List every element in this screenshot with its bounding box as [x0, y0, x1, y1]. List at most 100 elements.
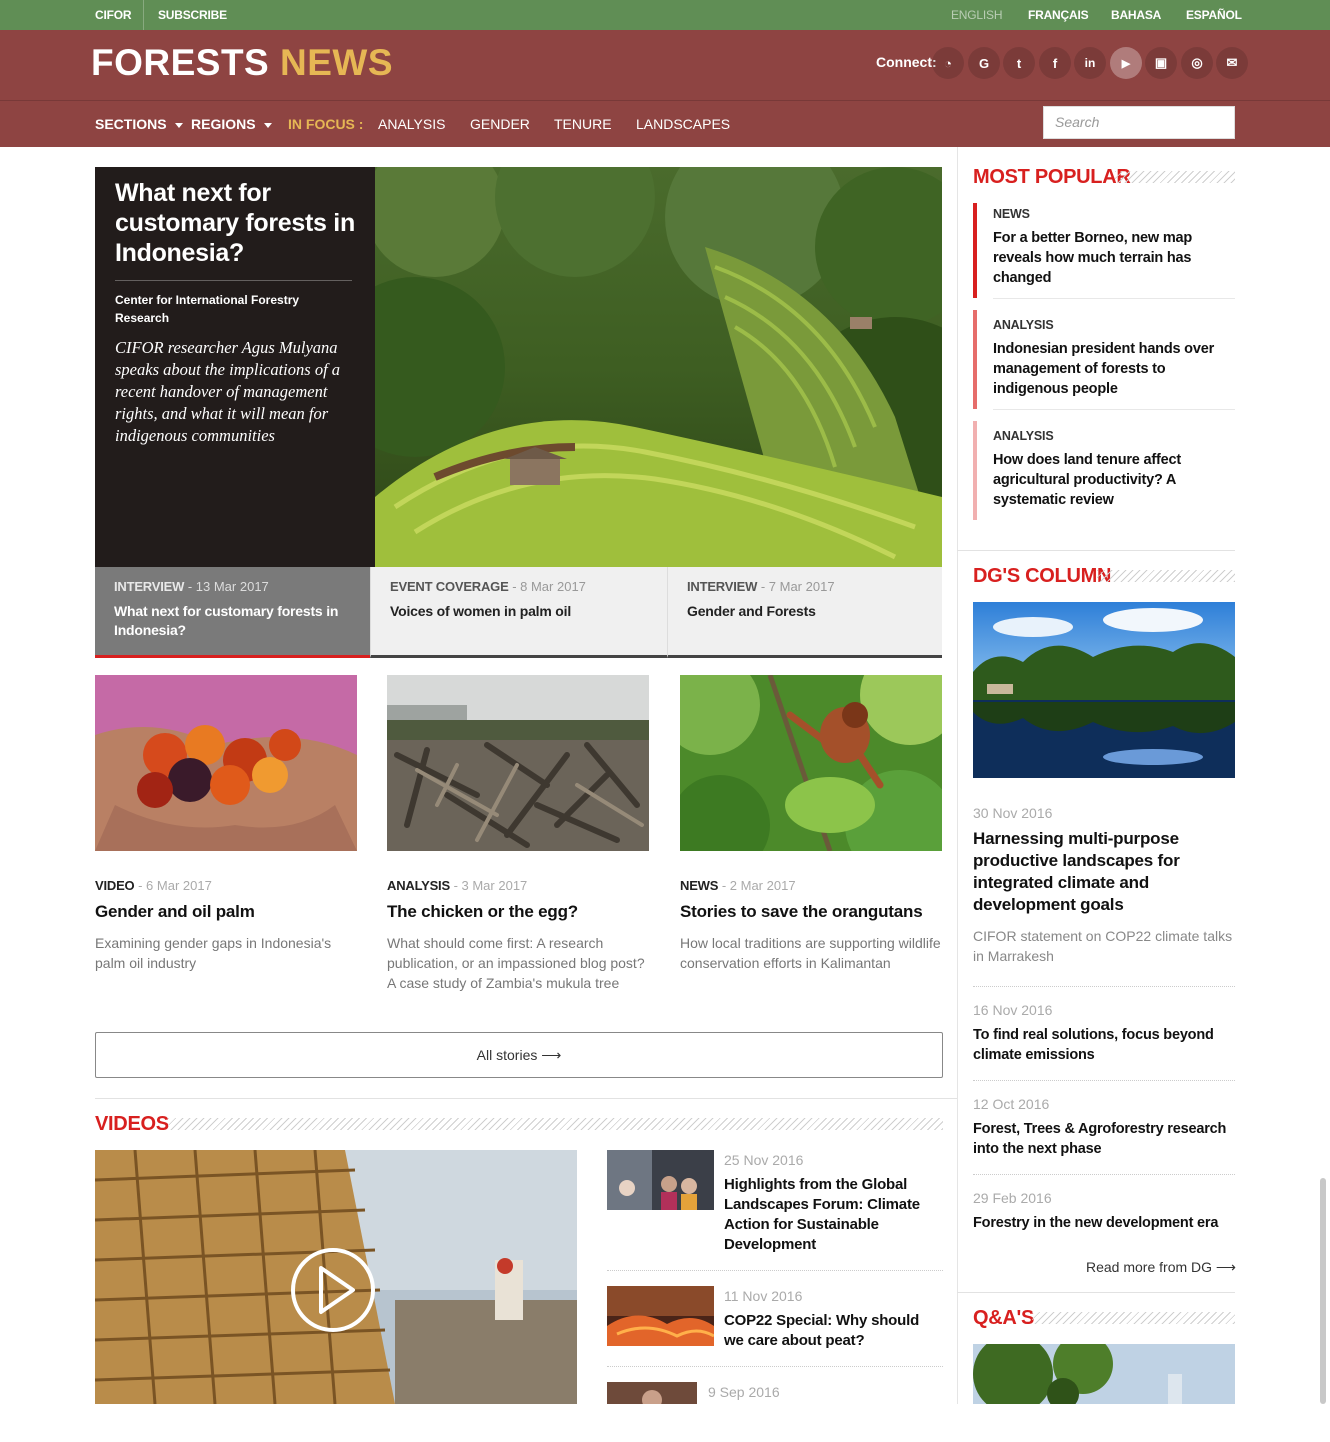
nav-gender[interactable]: GENDER — [470, 101, 530, 147]
video-date: 9 Sep 2016 — [708, 1384, 780, 1400]
nav-regions-label: REGIONS — [191, 116, 256, 132]
google-icon[interactable]: G — [968, 47, 1000, 79]
top-bar: CIFOR SUBSCRIBE ENGLISH FRANÇAIS BAHASA … — [0, 0, 1330, 30]
dg-column-heading: DG'S COLUMN — [973, 565, 1112, 587]
language-francais[interactable]: FRANÇAIS — [1028, 0, 1089, 30]
instagram-icon[interactable]: ◎ — [1181, 47, 1213, 79]
dg-date: 12 Oct 2016 — [973, 1096, 1050, 1112]
read-more-dg-link[interactable]: Read more from DG ⟶ — [1086, 1258, 1236, 1276]
dg-title[interactable]: Forest, Trees & Agroforestry research in… — [973, 1119, 1235, 1159]
page-scrollbar[interactable] — [1320, 1178, 1326, 1404]
dg-featured-title[interactable]: Harnessing multi-purpose productive land… — [973, 828, 1235, 916]
nav-sections-label: SECTIONS — [95, 116, 167, 132]
heading-pattern — [1097, 570, 1235, 582]
video-thumbnail[interactable] — [607, 1150, 714, 1210]
dg-date: 29 Feb 2016 — [973, 1190, 1052, 1206]
video-divider — [607, 1366, 943, 1367]
facebook-icon[interactable]: f — [1039, 47, 1071, 79]
card-title[interactable]: The chicken or the egg? — [387, 901, 578, 923]
popular-title[interactable]: How does land tenure affect agricultural… — [993, 450, 1228, 510]
connect-label: Connect: — [876, 54, 937, 70]
card-title[interactable]: Stories to save the orangutans — [680, 901, 923, 923]
card-meta: VIDEO - 6 Mar 2017 — [95, 878, 212, 893]
hero-divider — [115, 280, 352, 281]
heading-pattern — [1032, 1312, 1235, 1324]
hero-tab-2[interactable]: EVENT COVERAGE - 8 Mar 2017 Voices of wo… — [370, 567, 667, 658]
hero-org: Center for International Forestry Resear… — [115, 293, 300, 325]
nav-analysis[interactable]: ANALYSIS — [378, 101, 445, 147]
search-input[interactable]: Search — [1043, 106, 1235, 139]
site-logo[interactable]: FORESTS NEWS — [91, 42, 393, 84]
dg-featured-subtitle: CIFOR statement on COP22 climate talks i… — [973, 928, 1233, 964]
qa-image[interactable] — [973, 1344, 1235, 1404]
dg-date: 16 Nov 2016 — [973, 1002, 1053, 1018]
card-description: How local traditions are supporting wild… — [680, 935, 941, 971]
nav-tenure[interactable]: TENURE — [554, 101, 612, 147]
subscribe-link[interactable]: SUBSCRIBE — [158, 0, 227, 30]
language-espanol[interactable]: ESPAÑOL — [1186, 0, 1242, 30]
popular-title[interactable]: Indonesian president hands over manageme… — [993, 339, 1228, 399]
tab-title: What next for customary forests in Indon… — [114, 603, 339, 638]
most-popular-heading: MOST POPULAR — [973, 166, 1131, 188]
card-category: NEWS — [680, 878, 719, 893]
video-thumbnail[interactable] — [607, 1286, 714, 1346]
nav-sections[interactable]: SECTIONS — [95, 101, 183, 147]
card-image-logs[interactable] — [387, 675, 649, 851]
sidebar-section-divider — [957, 1292, 1235, 1293]
language-english[interactable]: ENGLISH — [951, 0, 1002, 30]
slideshare-icon[interactable]: ▣ — [1145, 47, 1177, 79]
card-description: Examining gender gaps in Indonesia's pal… — [95, 935, 332, 971]
sidebar-section-divider — [957, 550, 1235, 551]
card-date: 6 Mar 2017 — [146, 878, 212, 893]
dg-divider — [973, 986, 1235, 987]
video-title[interactable]: COP22 Special: Why should we care about … — [724, 1311, 939, 1351]
video-date: 11 Nov 2016 — [724, 1288, 803, 1304]
card-meta: ANALYSIS - 3 Mar 2017 — [387, 878, 528, 893]
popular-title[interactable]: For a better Borneo, new map reveals how… — [993, 228, 1228, 288]
tab-date: 7 Mar 2017 — [768, 579, 835, 594]
qa-heading: Q&A'S — [973, 1307, 1035, 1329]
rank-bar — [973, 203, 977, 298]
popular-category: ANALYSIS — [993, 429, 1054, 443]
nav-regions[interactable]: REGIONS — [191, 101, 272, 147]
logo-word-news: NEWS — [280, 42, 394, 83]
topbar-divider — [143, 0, 144, 30]
linkedin-icon[interactable]: in — [1074, 47, 1106, 79]
card-category: ANALYSIS — [387, 878, 450, 893]
dg-title[interactable]: To find real solutions, focus beyond cli… — [973, 1025, 1235, 1065]
card-image-orangutan[interactable] — [680, 675, 942, 851]
heading-pattern — [1115, 171, 1235, 183]
tab-title: Voices of women in palm oil — [390, 603, 572, 619]
tab-category: INTERVIEW — [687, 579, 758, 594]
chevron-down-icon — [174, 122, 183, 128]
hero-title[interactable]: What next for customary forests in Indon… — [115, 178, 360, 268]
hero-tab-1[interactable]: INTERVIEW - 13 Mar 2017 What next for cu… — [95, 567, 370, 658]
rank-bar — [973, 421, 977, 520]
youtube-icon[interactable]: ▶ — [1110, 47, 1142, 79]
tab-title: Gender and Forests — [687, 603, 816, 619]
video-title[interactable]: Highlights from the Global Landscapes Fo… — [724, 1175, 939, 1255]
card-image-palm-fruit[interactable] — [95, 675, 357, 851]
dg-column-image[interactable] — [973, 602, 1235, 778]
chevron-down-icon — [263, 122, 272, 128]
tab-date: 13 Mar 2017 — [195, 579, 269, 594]
nav-landscapes[interactable]: LANDSCAPES — [636, 101, 730, 147]
video-date: 25 Nov 2016 — [724, 1152, 804, 1168]
hero-image[interactable] — [375, 167, 942, 567]
twitter-icon[interactable]: t — [1003, 47, 1035, 79]
section-divider — [95, 1098, 957, 1099]
language-bahasa[interactable]: BAHASA — [1111, 0, 1161, 30]
cifor-link[interactable]: CIFOR — [95, 0, 132, 30]
dg-divider — [973, 1080, 1235, 1081]
featured-video[interactable] — [95, 1150, 577, 1404]
email-icon[interactable]: ✉ — [1216, 47, 1248, 79]
sidebar-divider — [957, 147, 958, 1404]
rss-icon[interactable]: ◔ — [932, 47, 964, 79]
popular-divider — [993, 298, 1235, 299]
hero-tab-3[interactable]: INTERVIEW - 7 Mar 2017 Gender and Forest… — [667, 567, 942, 658]
all-stories-button[interactable]: All stories ⟶ — [95, 1032, 943, 1078]
video-thumbnail[interactable] — [607, 1382, 697, 1442]
dg-title[interactable]: Forestry in the new development era — [973, 1213, 1235, 1233]
heading-pattern — [168, 1118, 943, 1130]
card-title[interactable]: Gender and oil palm — [95, 901, 255, 923]
